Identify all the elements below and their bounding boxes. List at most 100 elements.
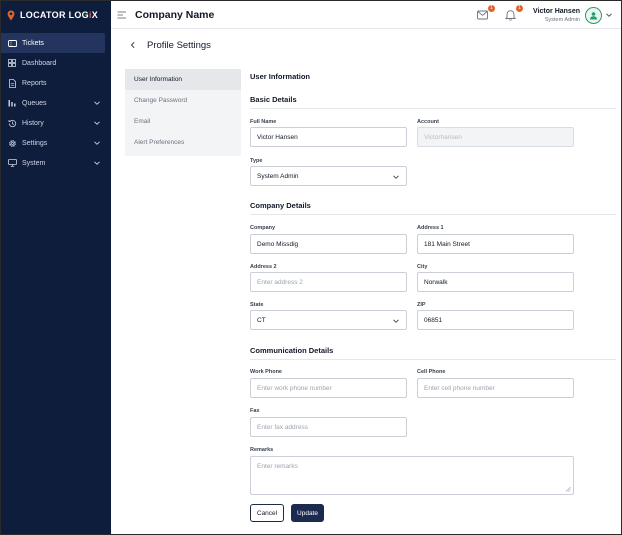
history-icon xyxy=(7,118,17,128)
remarks-textarea[interactable]: Enter remarks xyxy=(250,456,574,495)
type-select[interactable]: System Admin xyxy=(250,166,407,186)
tab-email[interactable]: Email xyxy=(125,111,241,132)
monitor-icon xyxy=(7,158,17,168)
avatar[interactable] xyxy=(585,6,602,24)
address2-field[interactable]: Enter address 2 xyxy=(250,272,407,292)
chevron-down-icon xyxy=(94,141,100,145)
form-section-title: User Information xyxy=(250,72,311,81)
sidebar: LOCATOR LOGiX Tickets Dashboard Reports … xyxy=(1,1,111,534)
work-phone-field[interactable]: Enter work phone number xyxy=(250,378,407,398)
work-phone-label: Work Phone xyxy=(250,369,282,375)
user-info[interactable]: Victor Hansen System Admin xyxy=(533,8,580,23)
address1-value: 181 Main Street xyxy=(424,240,470,248)
company-value: Demo Missdig xyxy=(257,240,299,248)
update-button[interactable]: Update xyxy=(291,504,324,522)
resize-handle-icon[interactable] xyxy=(565,486,571,492)
menu-collapse-icon[interactable] xyxy=(117,10,127,20)
state-value: CT xyxy=(257,316,266,324)
fax-field[interactable]: Enter fax address xyxy=(250,417,407,437)
settings-tabs: User Information Change Password Email A… xyxy=(125,69,241,156)
sidebar-item-label: System xyxy=(22,159,46,167)
account-label: Account xyxy=(417,119,439,125)
bell-icon xyxy=(505,10,517,21)
chevron-down-icon[interactable] xyxy=(605,11,613,19)
sidebar-item-label: Settings xyxy=(22,139,48,147)
sidebar-item-tickets[interactable]: Tickets xyxy=(1,33,105,53)
company-details-heading: Company Details xyxy=(250,201,311,210)
cell-phone-label: Cell Phone xyxy=(417,369,446,375)
fax-label: Fax xyxy=(250,408,260,414)
divider xyxy=(250,359,616,360)
full-name-label: Full Name xyxy=(250,119,277,125)
chevron-down-icon xyxy=(94,101,100,105)
work-phone-placeholder: Enter work phone number xyxy=(257,384,332,392)
location-pin-icon xyxy=(7,10,15,20)
fax-placeholder: Enter fax address xyxy=(257,423,308,431)
logo-text: LOCATOR LOGiX xyxy=(20,10,99,20)
chevron-down-icon xyxy=(94,121,100,125)
cancel-button[interactable]: Cancel xyxy=(250,504,284,522)
app-logo[interactable]: LOCATOR LOGiX xyxy=(1,1,111,29)
type-value: System Admin xyxy=(257,172,299,180)
communication-details-heading: Communication Details xyxy=(250,346,334,355)
sidebar-item-label: Reports xyxy=(22,79,47,87)
sidebar-item-label: Queues xyxy=(22,99,47,107)
sidebar-item-label: Dashboard xyxy=(22,59,57,67)
chevron-down-icon xyxy=(393,175,399,179)
user-icon xyxy=(590,11,597,19)
sidebar-item-system[interactable]: System xyxy=(1,153,111,173)
chevron-down-icon xyxy=(393,319,399,323)
address1-label: Address 1 xyxy=(417,225,444,231)
document-icon xyxy=(7,78,17,88)
gear-icon xyxy=(7,138,17,148)
tab-user-information[interactable]: User Information xyxy=(125,69,241,90)
sidebar-item-label: Tickets xyxy=(22,39,44,47)
account-value: Victorhansen xyxy=(424,133,462,141)
divider xyxy=(250,214,616,215)
full-name-value: Victor Hansen xyxy=(257,133,298,141)
city-field[interactable]: Norwalk xyxy=(417,272,574,292)
sidebar-item-settings[interactable]: Settings xyxy=(1,133,111,153)
divider xyxy=(250,108,616,109)
zip-value: 06851 xyxy=(424,316,443,324)
user-role: System Admin xyxy=(544,16,580,23)
cell-phone-placeholder: Enter cell phone number xyxy=(424,384,495,392)
state-select[interactable]: CT xyxy=(250,310,407,330)
sidebar-item-dashboard[interactable]: Dashboard xyxy=(1,53,111,73)
type-label: Type xyxy=(250,158,263,164)
company-label: Company xyxy=(250,225,276,231)
back-button[interactable] xyxy=(125,37,141,53)
sidebar-item-queues[interactable]: Queues xyxy=(1,93,111,113)
page-header: Profile Settings xyxy=(111,29,621,61)
city-value: Norwalk xyxy=(424,278,448,286)
company-field[interactable]: Demo Missdig xyxy=(250,234,407,254)
grid-icon xyxy=(7,58,17,68)
zip-field[interactable]: 06851 xyxy=(417,310,574,330)
remarks-placeholder: Enter remarks xyxy=(257,463,298,470)
basic-details-heading: Basic Details xyxy=(250,95,297,104)
zip-label: ZIP xyxy=(417,302,426,308)
mail-icon xyxy=(477,10,488,20)
tab-change-password[interactable]: Change Password xyxy=(125,90,241,111)
notifications-button[interactable]: 1 xyxy=(505,5,524,22)
address1-field[interactable]: 181 Main Street xyxy=(417,234,574,254)
city-label: City xyxy=(417,264,428,270)
top-bar: Company Name 1 1 Victor Hansen System Ad… xyxy=(111,1,621,29)
sidebar-item-reports[interactable]: Reports xyxy=(1,73,111,93)
state-label: State xyxy=(250,302,264,308)
remarks-label: Remarks xyxy=(250,447,274,453)
sidebar-item-label: History xyxy=(22,119,44,127)
cell-phone-field[interactable]: Enter cell phone number xyxy=(417,378,574,398)
ticket-icon xyxy=(7,38,17,48)
full-name-field[interactable]: Victor Hansen xyxy=(250,127,407,147)
account-field: Victorhansen xyxy=(417,127,574,147)
bars-icon xyxy=(7,98,17,108)
messages-button[interactable]: 1 xyxy=(477,5,496,22)
user-name: Victor Hansen xyxy=(533,7,580,15)
company-name: Company Name xyxy=(135,8,215,21)
tab-alert-preferences[interactable]: Alert Preferences xyxy=(125,132,241,153)
sidebar-item-history[interactable]: History xyxy=(1,113,111,133)
page-title: Profile Settings xyxy=(147,39,211,51)
app-window: LOCATOR LOGiX Tickets Dashboard Reports … xyxy=(0,0,622,535)
chevron-down-icon xyxy=(94,161,100,165)
